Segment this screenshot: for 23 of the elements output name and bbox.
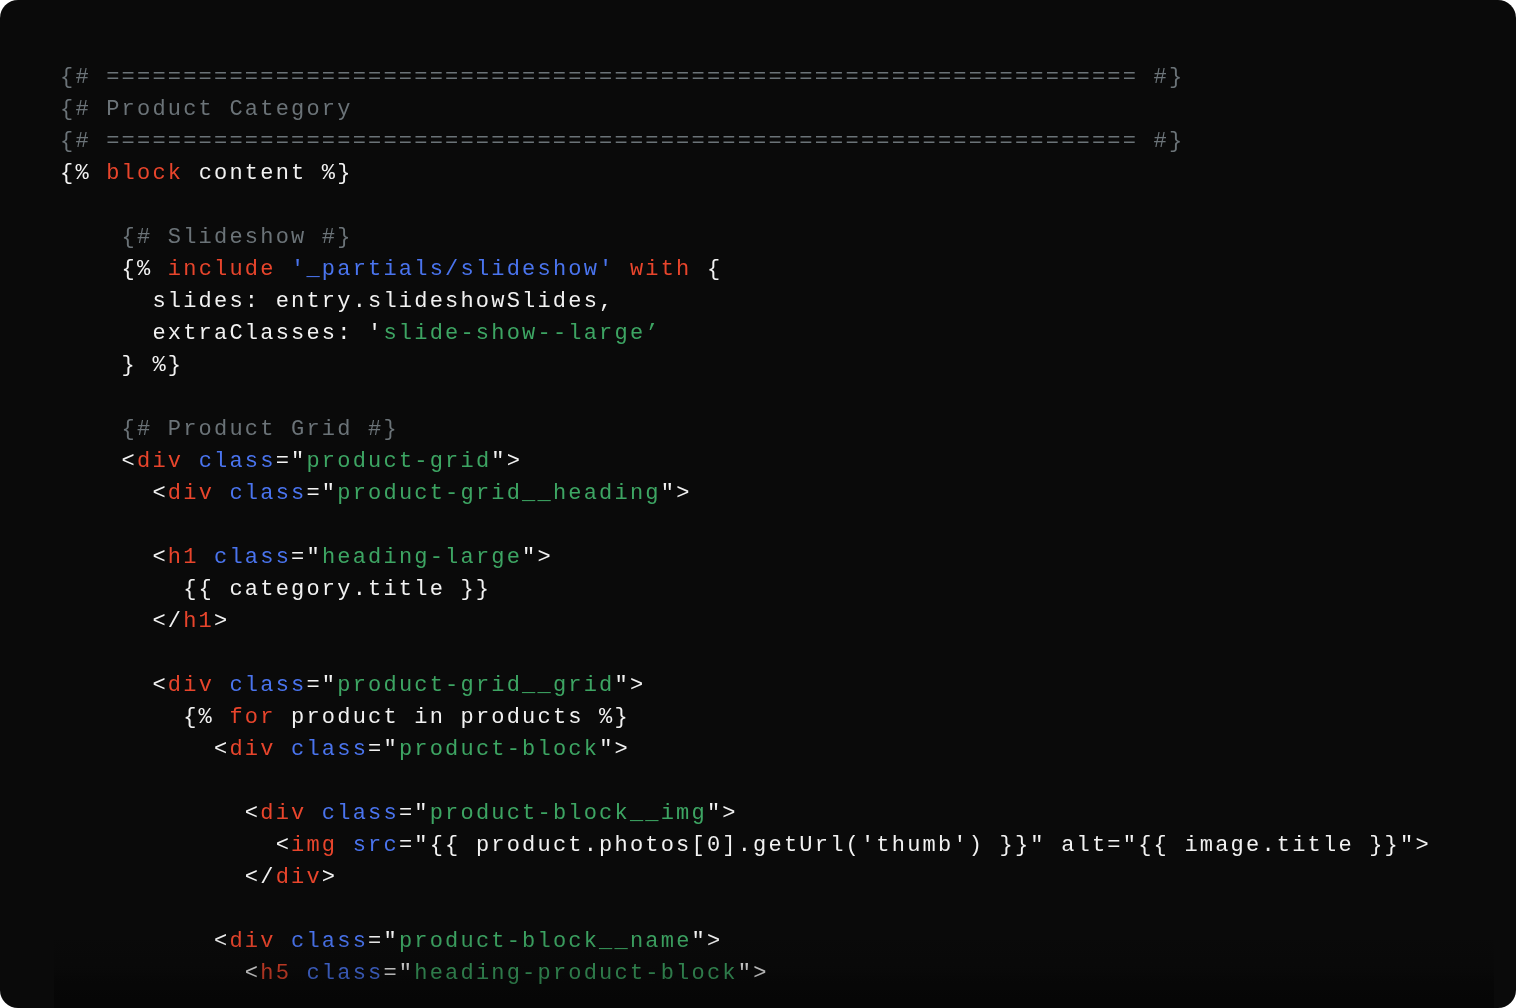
code-line: slides: entry.slideshowSlides, bbox=[151, 288, 615, 316]
code-line: <div class="product-grid__grid"> bbox=[151, 672, 646, 700]
code-comment: {# Product Category bbox=[60, 96, 353, 124]
code-line: <div class="product-block__name"> bbox=[213, 928, 723, 956]
code-comment: {# =================================================================== #} bbox=[60, 64, 1185, 92]
code-line: {% include '_partials/slideshow' with { bbox=[120, 256, 723, 284]
code-line: <h5 class="heading-product-block"> bbox=[243, 960, 769, 988]
code-line: <div class="product-grid"> bbox=[120, 448, 523, 476]
code-line: </div> bbox=[243, 864, 338, 892]
code-line: <div class="product-block"> bbox=[213, 736, 630, 764]
code-line: </h1> bbox=[151, 608, 230, 636]
code-line: {{ category.title }} bbox=[182, 576, 492, 604]
code-comment: {# Product Grid #} bbox=[120, 416, 399, 444]
code-line: } %} bbox=[120, 352, 184, 380]
code-line: {% block content %} bbox=[60, 160, 353, 188]
code-line: {% for product in products %} bbox=[182, 704, 630, 732]
code-line: <div class="product-block__img"> bbox=[243, 800, 738, 828]
code-line: <img src="{{ product.photos[0].getUrl('thumb') }}" alt="{{ image.title }}"> bbox=[274, 832, 1431, 860]
code-comment: {# =================================================================== #} bbox=[60, 128, 1185, 156]
code-line: <div class="product-grid__heading"> bbox=[151, 480, 692, 508]
code-line: <h1 class="heading-large"> bbox=[151, 544, 553, 572]
code-comment: {# Slideshow #} bbox=[120, 224, 353, 252]
code-line: extraClasses: 'slide-show--large’ bbox=[151, 320, 661, 348]
